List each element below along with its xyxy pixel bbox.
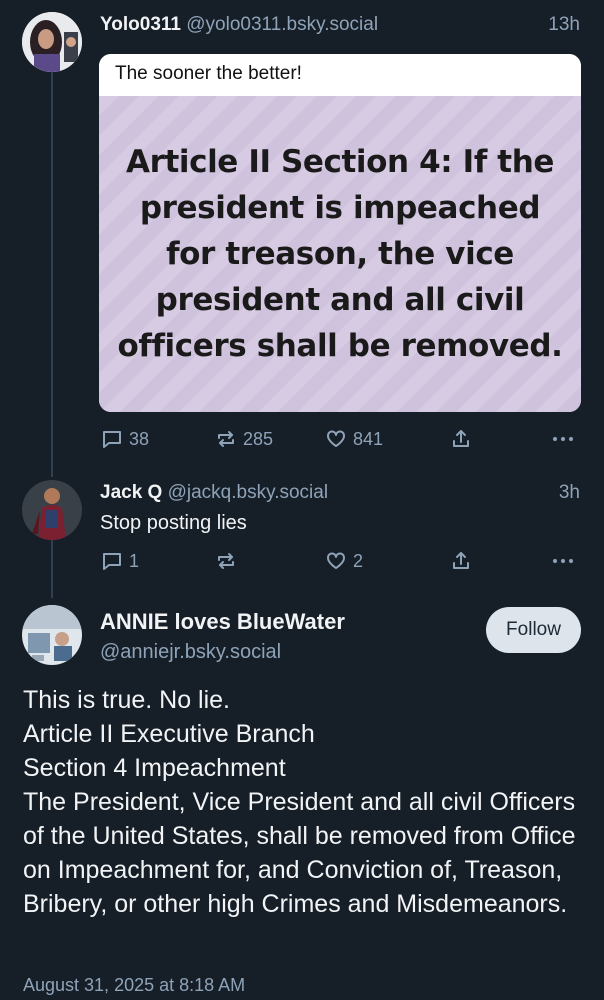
like-icon <box>325 428 347 450</box>
display-name[interactable]: Yolo0311 <box>100 14 181 35</box>
action-row: 38 285 841 <box>101 428 581 458</box>
avatar-yolo0311[interactable] <box>22 12 82 72</box>
repost-button[interactable] <box>215 550 237 572</box>
more-icon <box>551 550 575 572</box>
post-header: Yolo0311 @yolo0311.bsky.social <box>100 14 378 36</box>
reply-button[interactable]: 38 <box>101 428 149 450</box>
more-button[interactable] <box>551 550 575 572</box>
display-name[interactable]: Jack Q <box>100 482 162 503</box>
avatar-annie[interactable] <box>22 605 82 665</box>
repost-icon <box>215 428 237 450</box>
thread-line-top <box>51 72 53 477</box>
repost-count: 285 <box>243 428 274 449</box>
reply-icon <box>101 550 123 572</box>
post-header: Jack Q @jackq.bsky.social <box>100 482 328 504</box>
share-icon <box>450 428 472 450</box>
post-time[interactable]: 13h <box>548 14 580 36</box>
repost-icon <box>215 550 237 572</box>
like-icon <box>325 550 347 572</box>
like-count: 2 <box>353 550 364 571</box>
thread-line-bottom <box>51 540 53 598</box>
more-button[interactable] <box>551 428 575 450</box>
reply-text: Stop posting lies <box>100 512 247 534</box>
quote-caption: The sooner the better! <box>99 54 581 96</box>
main-post-text: This is true. No lie. Article II Executi… <box>23 686 576 918</box>
reply-icon <box>101 428 123 450</box>
follow-button[interactable]: Follow <box>486 607 581 653</box>
like-button[interactable]: 2 <box>325 550 363 572</box>
more-icon <box>551 428 575 450</box>
reply-count: 38 <box>129 428 150 449</box>
reply-count: 1 <box>129 550 140 571</box>
like-count: 841 <box>353 428 384 449</box>
post-timestamp: August 31, 2025 at 8:18 AM <box>23 975 246 995</box>
quote-card[interactable]: The sooner the better! Article II Sectio… <box>99 54 581 412</box>
handle[interactable]: @yolo0311.bsky.social <box>186 14 378 35</box>
like-button[interactable]: 841 <box>325 428 383 450</box>
meme-image[interactable]: Article II Section 4: If the president i… <box>99 96 581 412</box>
meme-text: Article II Section 4: If the president i… <box>117 144 563 364</box>
reply-button[interactable]: 1 <box>101 550 139 572</box>
display-name[interactable]: ANNIE loves BlueWater <box>100 609 345 635</box>
share-button[interactable] <box>450 428 472 450</box>
repost-button[interactable]: 285 <box>215 428 273 450</box>
post-time[interactable]: 3h <box>559 482 580 504</box>
share-button[interactable] <box>450 550 472 572</box>
share-icon <box>450 550 472 572</box>
action-row: 1 2 <box>101 550 581 580</box>
handle[interactable]: @jackq.bsky.social <box>168 482 328 503</box>
avatar-jackq[interactable] <box>22 480 82 540</box>
handle[interactable]: @anniejr.bsky.social <box>100 641 281 664</box>
